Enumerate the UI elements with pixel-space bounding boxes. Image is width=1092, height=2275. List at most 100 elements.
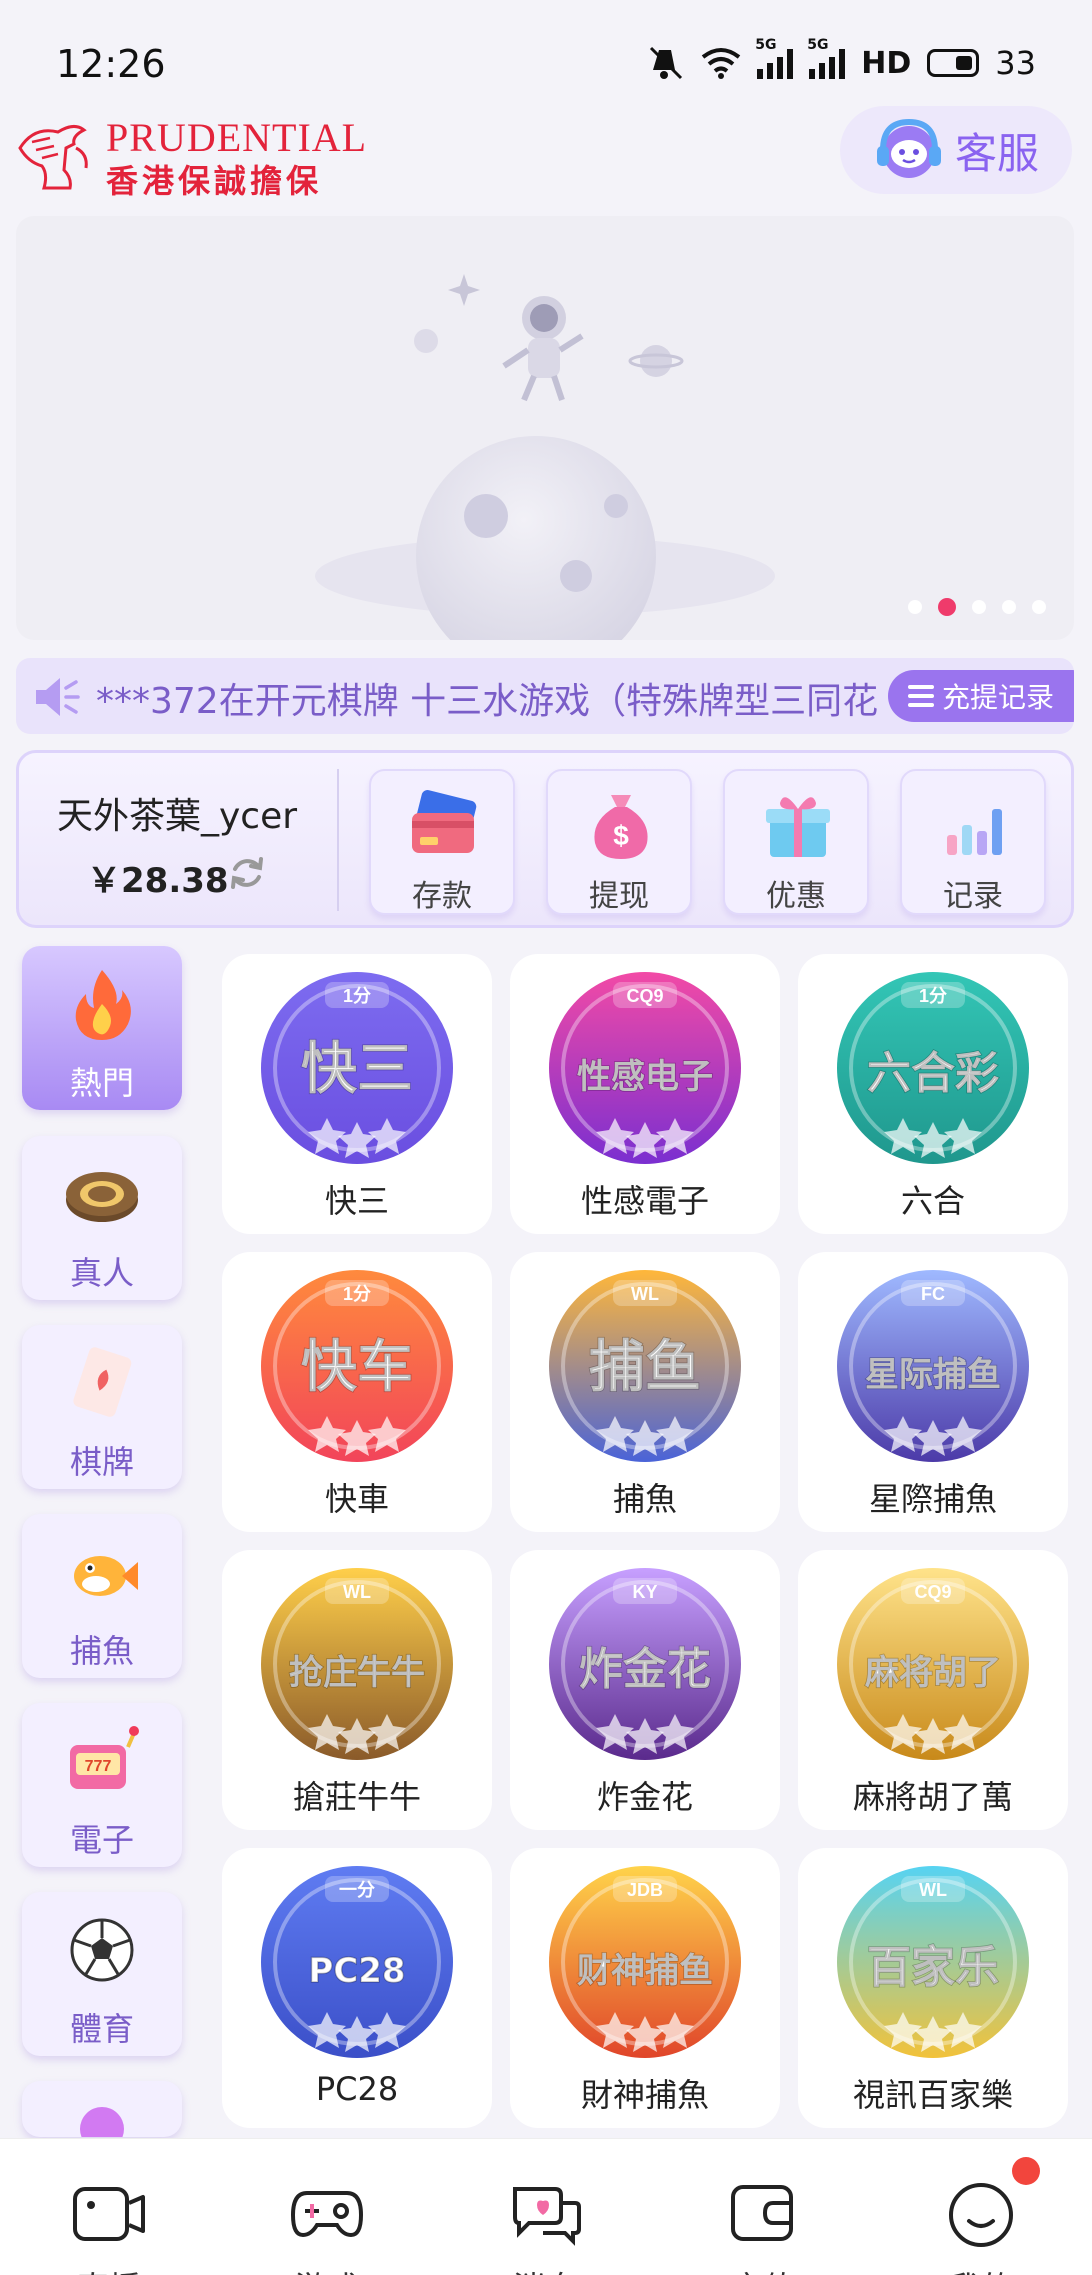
game-icon: CQ9 麻将胡了 xyxy=(837,1568,1029,1760)
promotion-label: 优惠 xyxy=(766,879,826,914)
banner-dot[interactable] xyxy=(1002,600,1016,614)
signal-icon-2: 5G xyxy=(807,37,846,79)
category-live[interactable]: 真人 xyxy=(22,1136,182,1300)
game-provider-badge: 1分 xyxy=(343,986,371,1006)
chat-icon xyxy=(513,2187,581,2246)
game-art-title: 抢庄牛牛 xyxy=(289,1653,425,1693)
category-slots[interactable]: 777 電子 xyxy=(22,1703,182,1867)
flame-icon xyxy=(75,970,131,1040)
banner-dot[interactable] xyxy=(908,600,922,614)
battery-level: 33 xyxy=(995,44,1036,82)
game-provider-badge: KY xyxy=(632,1582,657,1602)
smiley-icon xyxy=(949,2183,1013,2247)
game-provider-badge: CQ9 xyxy=(626,986,663,1006)
money-bag-icon: $ xyxy=(594,795,648,859)
lottery-ball-icon xyxy=(80,2107,124,2137)
game-tile[interactable]: 一分 PC28 PC28 xyxy=(222,1848,492,2128)
game-art-title: 快三 xyxy=(301,1037,413,1102)
playing-card-icon xyxy=(73,1347,132,1417)
category-label: 棋牌 xyxy=(69,1443,134,1481)
game-tile[interactable]: JDB 财神捕鱼 財神捕魚 xyxy=(510,1848,780,2128)
card-icon xyxy=(412,790,477,853)
game-icon: WL 抢庄牛牛 xyxy=(261,1568,453,1760)
game-provider-badge: 1分 xyxy=(919,986,947,1006)
record-button-label: 充提记录 xyxy=(941,681,1054,714)
deposit-withdraw-record-button[interactable]: 充提记录 xyxy=(888,670,1074,722)
nav-messages[interactable]: 消息 xyxy=(436,2139,654,2275)
game-label: 視訊百家樂 xyxy=(852,2076,1013,2114)
game-tile[interactable]: KY 炸金花 炸金花 xyxy=(510,1550,780,1830)
game-art-title: 六合彩 xyxy=(867,1048,999,1099)
game-art-title: 百家乐 xyxy=(867,1942,999,1993)
game-art-title: 性感电子 xyxy=(577,1057,713,1097)
wallet-panel: 天外茶葉_ycer ￥28.38 存款 $ 提现 优惠 记录 xyxy=(16,750,1074,928)
promo-banner[interactable] xyxy=(16,216,1074,640)
category-fishing[interactable]: 捕魚 xyxy=(22,1514,182,1678)
category-hot[interactable]: 熱門 xyxy=(22,946,182,1110)
category-more[interactable] xyxy=(22,2081,182,2137)
banner-dot-active[interactable] xyxy=(938,598,956,616)
game-provider-badge: WL xyxy=(343,1582,371,1602)
logo-figure-icon xyxy=(18,125,88,190)
category-sports[interactable]: 體育 xyxy=(22,1892,182,2056)
refresh-icon[interactable] xyxy=(227,853,267,893)
bottom-navigation: 直播 游戏 消息 充值 我的 xyxy=(0,2138,1092,2275)
svg-text:$: $ xyxy=(613,820,629,851)
nav-games[interactable]: 游戏 xyxy=(218,2139,436,2275)
banner-dot[interactable] xyxy=(1032,600,1046,614)
game-tile[interactable]: FC 星际捕鱼 星際捕魚 xyxy=(798,1252,1068,1532)
announcement-text: ***372在开元棋牌 十三水游戏（特殊牌型三同花 xyxy=(96,681,879,722)
nav-label: 直播 xyxy=(0,2263,218,2275)
nav-label: 游戏 xyxy=(218,2263,436,2275)
game-tile[interactable]: CQ9 性感电子性感電子 xyxy=(510,954,780,1234)
game-art-title: 炸金花 xyxy=(579,1644,711,1695)
game-provider-badge: 一分 xyxy=(339,1880,375,1900)
game-provider-badge: FC xyxy=(921,1284,945,1304)
game-icon: CQ9 性感电子 xyxy=(549,972,741,1164)
game-icon: 1分快三 xyxy=(261,972,453,1164)
wallet-icon xyxy=(731,2185,793,2241)
withdraw-label: 提现 xyxy=(589,879,649,914)
game-icon: FC 星际捕鱼 xyxy=(837,1270,1029,1462)
game-icon: 1分快车 xyxy=(261,1270,453,1462)
svg-text:777: 777 xyxy=(85,1758,112,1775)
withdraw-button[interactable]: $ 提现 xyxy=(546,769,692,915)
game-icon: WL 捕鱼 xyxy=(549,1270,741,1462)
balance-amount: ￥28.38 xyxy=(87,861,229,901)
game-tile[interactable]: WL 捕鱼 捕魚 xyxy=(510,1252,780,1532)
bar-chart-icon xyxy=(947,809,1002,855)
game-art-title: 财神捕鱼 xyxy=(577,1951,713,1991)
status-icons: 5G 5G HD 33 xyxy=(647,37,1036,82)
list-icon xyxy=(907,685,934,707)
fish-icon xyxy=(74,1556,138,1596)
game-tile[interactable]: WL 百家乐 視訊百家樂 xyxy=(798,1848,1068,2128)
game-tile[interactable]: 1分 六合彩 六合 xyxy=(798,954,1068,1234)
game-provider-badge: WL xyxy=(631,1284,659,1304)
wallet-divider xyxy=(337,769,339,911)
game-icon: 一分 PC28 xyxy=(261,1866,453,2058)
announcement-marquee: ***372在开元棋牌 十三水游戏（特殊牌型三同花 充提记录 xyxy=(16,658,1074,734)
prudential-logo: PRUDENTIAL 香港保誠擔保 xyxy=(14,110,366,200)
game-tile[interactable]: 1分 快三 快三 xyxy=(222,954,492,1234)
deposit-button[interactable]: 存款 xyxy=(369,769,515,915)
nav-live[interactable]: 直播 xyxy=(0,2139,218,2275)
nav-profile[interactable]: 我的 xyxy=(872,2139,1090,2275)
customer-service-button[interactable]: 客服 xyxy=(840,106,1072,194)
nav-recharge[interactable]: 充值 xyxy=(654,2139,872,2275)
game-icon: 1分六合彩 xyxy=(837,972,1029,1164)
promotion-button[interactable]: 优惠 xyxy=(723,769,869,915)
game-art-title: PC28 xyxy=(308,1951,405,1991)
game-label: 快三 xyxy=(324,1182,389,1220)
chip-icon xyxy=(66,1172,138,1222)
soccer-ball-icon xyxy=(70,1918,134,1982)
battery-icon xyxy=(927,49,980,77)
game-tile[interactable]: CQ9 麻将胡了 麻將胡了萬 xyxy=(798,1550,1068,1830)
game-label: 性感電子 xyxy=(580,1182,709,1220)
category-cards[interactable]: 棋牌 xyxy=(22,1325,182,1489)
empty-moon-illustration xyxy=(315,274,775,640)
banner-dot[interactable] xyxy=(972,600,986,614)
game-tile[interactable]: WL 抢庄牛牛 搶莊牛牛 xyxy=(222,1550,492,1830)
records-button[interactable]: 记录 xyxy=(900,769,1046,915)
game-tile[interactable]: 1分 快车 快車 xyxy=(222,1252,492,1532)
game-art-title: 快车 xyxy=(301,1335,413,1400)
